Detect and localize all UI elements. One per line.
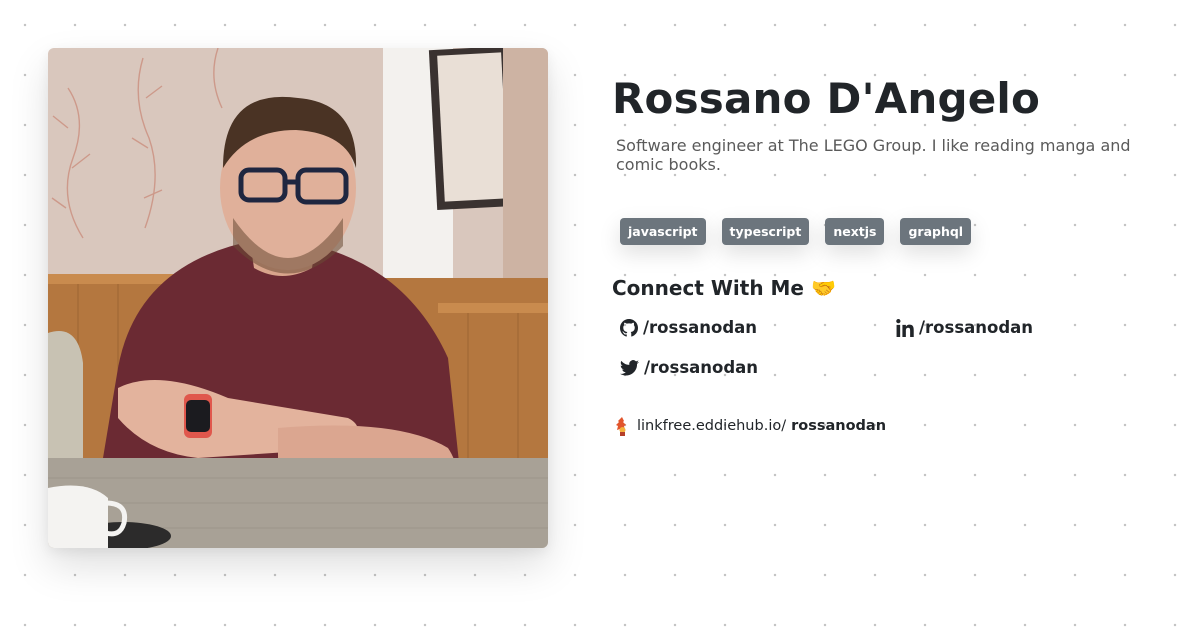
linkfree-username: rossanodan bbox=[791, 418, 887, 434]
profile-bio: Software engineer at The LEGO Group. I l… bbox=[616, 136, 1131, 174]
github-link[interactable]: /rossanodan bbox=[620, 318, 757, 337]
tag-graphql[interactable]: graphql bbox=[900, 218, 972, 245]
linkedin-link[interactable]: /rossanodan bbox=[896, 318, 1033, 337]
linkfree-footer[interactable]: linkfree.eddiehub.io/ rossanodan bbox=[614, 416, 886, 436]
connect-heading: Connect With Me 🤝 bbox=[612, 276, 836, 300]
profile-name: Rossano D'Angelo bbox=[612, 74, 1041, 123]
twitter-link[interactable]: /rossanodan bbox=[620, 358, 758, 377]
twitter-icon bbox=[620, 359, 639, 376]
tag-nextjs[interactable]: nextjs bbox=[825, 218, 885, 245]
linkfree-logo-icon bbox=[614, 416, 631, 436]
twitter-handle: /rossanodan bbox=[644, 358, 759, 377]
profile-photo-illustration bbox=[48, 48, 548, 548]
profile-photo bbox=[48, 48, 548, 548]
linkedin-icon bbox=[896, 318, 914, 337]
tag-typescript[interactable]: typescript bbox=[721, 218, 810, 245]
tag-javascript[interactable]: javascript bbox=[620, 218, 706, 245]
handshake-emoji: 🤝 bbox=[810, 276, 836, 300]
linkfree-domain: linkfree.eddiehub.io/ bbox=[637, 418, 787, 434]
github-handle: /rossanodan bbox=[643, 318, 758, 337]
connect-title: Connect With Me bbox=[612, 276, 804, 300]
tag-list: javascript typescript nextjs graphql bbox=[620, 218, 987, 245]
linkedin-handle: /rossanodan bbox=[919, 318, 1034, 337]
github-icon bbox=[620, 318, 638, 337]
